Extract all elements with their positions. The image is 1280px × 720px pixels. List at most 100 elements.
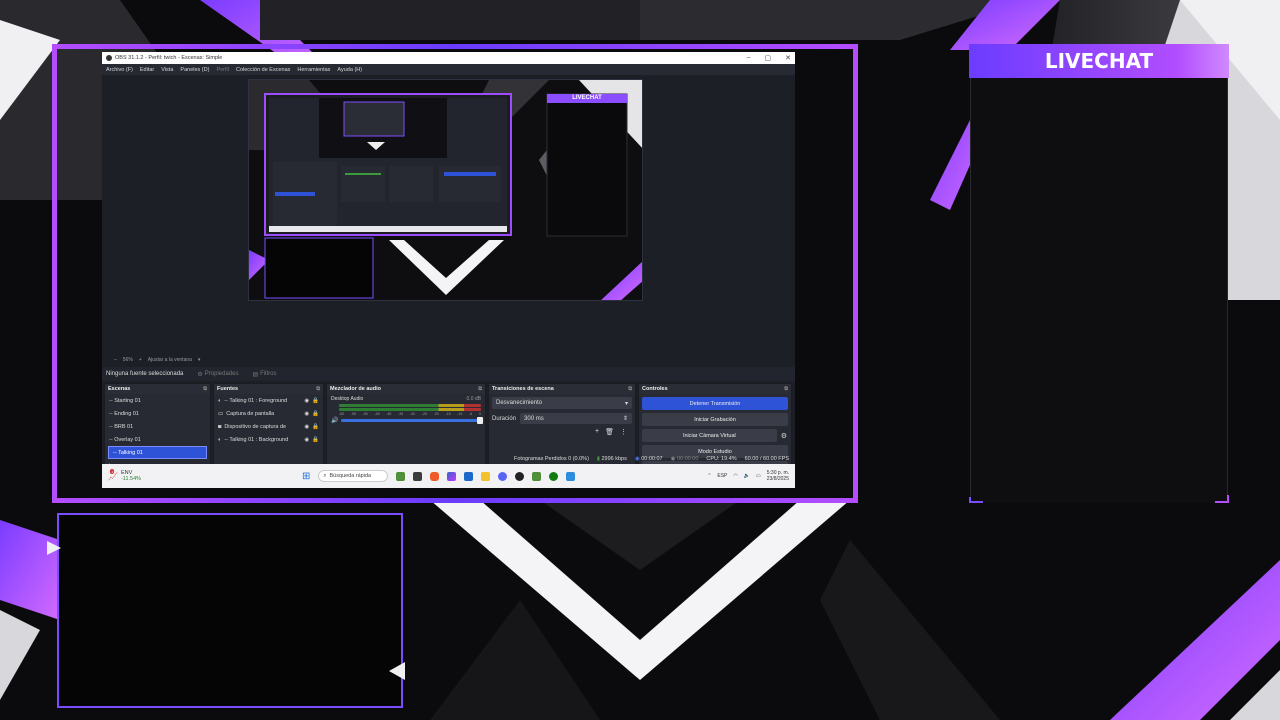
source-item[interactable]: ◙ Dispositivo de captura de ◉ 🔒 <box>214 420 323 433</box>
zoom-value: 56% <box>122 357 133 363</box>
brave-browser-icon[interactable] <box>430 471 440 481</box>
dock-pin-icon[interactable]: ⧉ <box>316 386 320 392</box>
weather-widget[interactable]: 📈 1 ENV -11.54% <box>108 468 141 482</box>
landscape-app-icon[interactable] <box>396 471 406 481</box>
chevron-down-icon: ▾ <box>624 400 628 407</box>
close-button[interactable]: ✕ <box>785 54 791 62</box>
menu-view[interactable]: Vista <box>161 67 173 73</box>
zoom-minus-button[interactable]: – <box>114 357 117 363</box>
file-explorer-icon[interactable] <box>481 471 491 481</box>
language-indicator[interactable]: ESP <box>717 473 727 479</box>
stream-icon: ◉ <box>634 455 640 462</box>
minimize-button[interactable]: – <box>747 54 751 62</box>
eye-icon[interactable]: ◉ <box>304 437 309 443</box>
filters-button[interactable]: ▤ Filtros <box>252 371 276 378</box>
preview-area[interactable]: LIVECHAT <box>102 75 795 353</box>
scene-item[interactable]: -- Ending 01 <box>105 407 210 420</box>
preview-canvas[interactable]: LIVECHAT <box>248 79 643 301</box>
battery-icon[interactable]: ▭ <box>756 473 761 479</box>
menu-edit[interactable]: Editar <box>140 67 154 73</box>
transitions-header: Transiciones de escena ⧉ <box>489 384 635 394</box>
eye-icon[interactable]: ◉ <box>304 411 309 417</box>
volume-row: 🔊 <box>327 416 485 425</box>
scene-item[interactable]: -- Starting 01 <box>105 394 210 407</box>
menu-file[interactable]: Archivo (F) <box>106 67 133 73</box>
stepper-icon[interactable]: ⇕ <box>623 415 628 422</box>
chevron-down-icon[interactable]: ▾ <box>198 357 201 363</box>
audio-scale-tick: 0 <box>479 412 481 416</box>
maximize-button[interactable]: ▢ <box>765 54 772 62</box>
start-recording-button[interactable]: Iniciar Grabación <box>642 413 788 426</box>
clock[interactable]: 5:30 p. m. 23/8/2025 <box>767 470 789 482</box>
scene-item[interactable]: -- Overlay 01 <box>105 433 210 446</box>
gear-icon[interactable]: ⚙ <box>781 432 787 440</box>
transition-select[interactable]: Desvanecimiento ▾ <box>492 397 632 409</box>
sources-header: Fuentes ⧉ <box>214 384 323 394</box>
preview-livechat-label: LIVECHAT <box>572 95 602 101</box>
volume-slider[interactable] <box>341 417 483 424</box>
controls-header: Controles ⧉ <box>639 384 791 394</box>
discord-icon[interactable] <box>498 471 508 481</box>
menu-tools[interactable]: Herramientas <box>297 67 330 73</box>
lock-icon[interactable]: 🔒 <box>312 437 319 443</box>
tray-expand-icon[interactable]: ⌃ <box>707 473 711 479</box>
sources-title: Fuentes <box>217 386 239 392</box>
stop-stream-button[interactable]: Detener Transmisión <box>642 397 788 410</box>
dock-pin-icon[interactable]: ⧉ <box>784 386 788 392</box>
duration-row: Duración 300 ms ⇕ <box>489 412 635 425</box>
menu-scene-collection[interactable]: Colección de Escenas <box>236 67 290 73</box>
widgets-icon[interactable] <box>413 471 423 481</box>
eye-icon[interactable]: ◉ <box>304 398 309 404</box>
more-icon[interactable]: ⋮ <box>620 428 627 436</box>
audio-channel-name: Desktop Audio <box>331 396 364 402</box>
virtual-camera-button[interactable]: Iniciar Cámara Virtual <box>642 429 777 442</box>
lock-icon[interactable]: 🔒 <box>312 411 319 417</box>
copilot-icon[interactable] <box>447 471 457 481</box>
audio-scale-tick: -35 <box>398 412 404 416</box>
duration-input[interactable]: 300 ms ⇕ <box>520 413 632 424</box>
volume-icon[interactable]: 🔈 <box>744 473 750 479</box>
windows-start-icon[interactable]: ⊞ <box>302 471 310 482</box>
volume-slider-handle[interactable] <box>477 417 483 424</box>
search-placeholder: Búsqueda rápida <box>329 473 372 479</box>
eye-icon[interactable]: ◉ <box>304 424 309 430</box>
xbox-icon[interactable] <box>549 471 559 481</box>
source-item-label: Dispositivo de captura de <box>224 423 287 430</box>
source-item[interactable]: ▭ Captura de pantalla ◉ 🔒 <box>214 407 323 420</box>
fps-value: 60.00 / 60.00 FPS <box>744 455 789 462</box>
minecraft-icon[interactable] <box>532 471 542 481</box>
trash-icon[interactable]: 🗑 <box>605 428 614 436</box>
speaker-icon[interactable]: 🔊 <box>331 417 338 424</box>
lock-icon[interactable]: 🔒 <box>312 424 319 430</box>
menu-help[interactable]: Ayuda (H) <box>337 67 362 73</box>
zoom-fit-label[interactable]: Ajustar a la ventana <box>148 357 192 363</box>
dock-pin-icon[interactable]: ⧉ <box>628 386 632 392</box>
dock-pin-icon[interactable]: ⧉ <box>203 386 207 392</box>
properties-button[interactable]: ⚙ Propiedades <box>197 371 238 378</box>
photos-icon[interactable] <box>566 471 576 481</box>
properties-label: Propiedades <box>204 371 239 377</box>
wifi-icon[interactable]: ◠ <box>733 473 737 479</box>
source-item[interactable]: ◐ -- Talking 01 : Background ◉ 🔒 <box>214 433 323 446</box>
dock-pin-icon[interactable]: ⧉ <box>478 386 482 392</box>
source-item-label: -- Talking 01 : Background <box>224 436 289 443</box>
menu-profile[interactable]: Perfil <box>216 67 229 73</box>
obs-window[interactable]: OBS 31.1.2 - Perfil: twich - Escenas: Si… <box>102 52 795 488</box>
taskbar: 📈 1 ENV -11.54% ⊞ ⌕ Búsqueda rápida ⌃ ESP … <box>102 464 795 488</box>
menu-docks[interactable]: Paneles (D) <box>180 67 209 73</box>
source-item[interactable]: ◐ -- Talking 01 : Foreground ◉ 🔒 <box>214 394 323 407</box>
bitrate: ▮ 2996 kbps <box>597 456 627 462</box>
bitrate-value: 2996 kbps <box>601 455 627 462</box>
audio-scale-tick: -60 <box>339 412 345 416</box>
zoom-plus-button[interactable]: + <box>139 357 142 363</box>
add-icon[interactable]: + <box>595 428 599 436</box>
store-icon[interactable] <box>464 471 474 481</box>
notification-badge: 1 <box>110 468 115 474</box>
taskbar-search[interactable]: ⌕ Búsqueda rápida <box>318 470 389 482</box>
obs-icon[interactable] <box>515 471 525 481</box>
lock-icon[interactable]: 🔒 <box>312 398 319 404</box>
filter-icon: ▤ <box>252 371 259 378</box>
preview-scene-art <box>249 80 642 300</box>
transition-value: Desvanecimiento <box>496 400 543 406</box>
scene-item[interactable]: -- BRB 01 <box>105 420 210 433</box>
